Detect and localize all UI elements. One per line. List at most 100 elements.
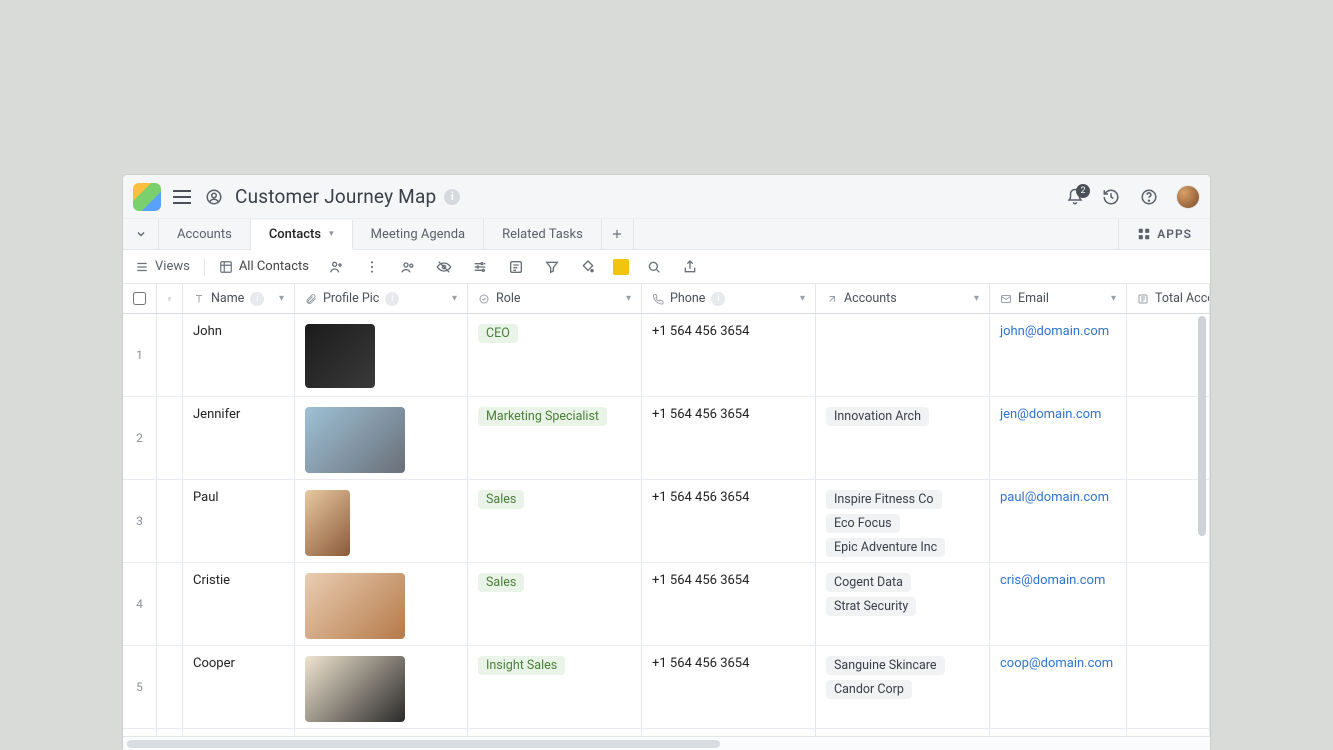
email-link[interactable]: coop@domain.com (1000, 656, 1113, 671)
color-swatch-icon[interactable] (613, 259, 629, 275)
share-icon[interactable] (679, 256, 701, 278)
cell-pic[interactable] (295, 480, 468, 562)
cell-role[interactable]: Sales (468, 563, 642, 645)
cell-accounts[interactable]: Innovation Arch (816, 397, 990, 479)
tab-contacts[interactable]: Contacts ▾ (251, 220, 353, 250)
cell-pic[interactable] (295, 397, 468, 479)
add-tab-button[interactable] (602, 219, 634, 249)
views-button[interactable]: Views (135, 259, 190, 274)
checkbox[interactable] (133, 292, 146, 305)
profile-pic[interactable] (305, 573, 405, 639)
info-icon[interactable]: i (250, 292, 264, 306)
email-link[interactable]: cris@domain.com (1000, 573, 1105, 588)
cell-name-wrap[interactable]: Cooper (183, 646, 295, 728)
table-row[interactable]: 5CooperInsight Sales+1 564 456 3654Sangu… (123, 646, 1210, 729)
history-icon[interactable] (1100, 186, 1122, 208)
cell-email[interactable]: paul@domain.com (990, 480, 1127, 562)
email-link[interactable]: paul@domain.com (1000, 490, 1109, 505)
cell-name-wrap[interactable]: Paul (183, 480, 295, 562)
account-chip[interactable]: Innovation Arch (826, 407, 929, 426)
cell-total[interactable] (1127, 729, 1210, 736)
scrollbar-thumb[interactable] (1198, 316, 1206, 536)
cell-email[interactable]: andy@domain.com (990, 729, 1127, 736)
filter-icon[interactable] (541, 256, 563, 278)
cell-name-wrap[interactable]: Cristie (183, 563, 295, 645)
info-icon[interactable]: i (711, 292, 725, 306)
table-row[interactable]: 1JohnCEO+1 564 456 3654john@domain.com (123, 314, 1210, 397)
table-row[interactable]: 3PaulSales+1 564 456 3654Inspire Fitness… (123, 480, 1210, 563)
app-logo-icon[interactable] (133, 183, 161, 211)
email-link[interactable]: jen@domain.com (1000, 407, 1101, 422)
cell-phone-wrap[interactable]: +1 564 456 3654 (642, 646, 816, 728)
cell-phone-wrap[interactable]: +1 564 456 3654 (642, 480, 816, 562)
column-header-accounts[interactable]: Accounts ▾ (816, 284, 990, 313)
column-header-email[interactable]: Email ▾ (990, 284, 1127, 313)
account-chip[interactable]: Inspire Fitness Co (826, 490, 942, 509)
shared-users-icon[interactable] (203, 186, 225, 208)
cell-role[interactable]: Marketing Specialist (468, 397, 642, 479)
search-icon[interactable] (643, 256, 665, 278)
hamburger-menu-button[interactable] (171, 186, 193, 208)
table-row[interactable]: 2JenniferMarketing Specialist+1 564 456 … (123, 397, 1210, 480)
cell-accounts[interactable]: Vortex Solar (816, 729, 990, 736)
email-link[interactable]: john@domain.com (1000, 324, 1109, 339)
cell-total[interactable] (1127, 646, 1210, 728)
account-chip[interactable]: Candor Corp (826, 680, 912, 699)
person-add-icon[interactable] (325, 256, 347, 278)
table-row[interactable]: Customer Experience Manag+1 564 456 3654… (123, 729, 1210, 736)
cell-name-wrap[interactable] (183, 729, 295, 736)
chevron-down-icon[interactable]: ▾ (279, 293, 284, 304)
cell-phone-wrap[interactable]: +1 564 456 3654 (642, 397, 816, 479)
select-all-checkbox[interactable] (123, 284, 157, 313)
cell-phone-wrap[interactable]: +1 564 456 3654 (642, 314, 816, 396)
table-body[interactable]: 1JohnCEO+1 564 456 3654john@domain.com2J… (123, 314, 1210, 736)
column-header-profile-pic[interactable]: Profile Pic i ▾ (295, 284, 468, 313)
cell-role[interactable]: Insight Sales (468, 646, 642, 728)
fill-color-icon[interactable] (577, 256, 599, 278)
sliders-icon[interactable] (469, 256, 491, 278)
more-vertical-icon[interactable] (361, 256, 383, 278)
cell-accounts[interactable]: Sanguine Skincare Candor Corp (816, 646, 990, 728)
tab-meeting-agenda[interactable]: Meeting Agenda (353, 219, 485, 249)
table-row[interactable]: 4CristieSales+1 564 456 3654Cogent DataS… (123, 563, 1210, 646)
profile-pic[interactable] (305, 656, 405, 722)
cell-pic[interactable] (295, 314, 468, 396)
cell-pic[interactable] (295, 563, 468, 645)
cell-pic[interactable] (295, 646, 468, 728)
chevron-down-icon[interactable]: ▾ (626, 293, 631, 304)
cell-email[interactable]: cris@domain.com (990, 563, 1127, 645)
chevron-down-icon[interactable]: ▾ (1111, 293, 1116, 304)
info-icon[interactable]: i (385, 292, 399, 306)
cell-name-wrap[interactable]: Jennifer (183, 397, 295, 479)
cell-pic[interactable] (295, 729, 468, 736)
profile-pic[interactable] (305, 490, 350, 556)
eye-off-icon[interactable] (433, 256, 455, 278)
sort-icon[interactable] (505, 256, 527, 278)
cell-role[interactable]: Sales (468, 480, 642, 562)
info-icon[interactable]: i (444, 189, 460, 205)
scrollbar-thumb[interactable] (127, 740, 720, 748)
apps-button[interactable]: APPS (1118, 219, 1210, 249)
cell-role[interactable]: CEO (468, 314, 642, 396)
account-chip[interactable]: Eco Focus (826, 514, 900, 533)
cell-phone-wrap[interactable]: +1 564 456 3654 (642, 729, 816, 736)
help-icon[interactable] (1138, 186, 1160, 208)
cell-accounts[interactable]: Inspire Fitness Co Eco Focus Epic Adventur… (816, 480, 990, 562)
account-chip[interactable]: Epic Adventure Inc (826, 538, 945, 557)
tab-related-tasks[interactable]: Related Tasks (484, 219, 602, 249)
account-chip[interactable]: Cogent Data (826, 573, 911, 592)
cell-email[interactable]: john@domain.com (990, 314, 1127, 396)
cell-email[interactable]: coop@domain.com (990, 646, 1127, 728)
cell-email[interactable]: jen@domain.com (990, 397, 1127, 479)
tabstrip-collapse-button[interactable] (123, 219, 159, 249)
account-chip[interactable]: Sanguine Skincare (826, 656, 945, 675)
user-avatar[interactable] (1176, 185, 1200, 209)
notifications-button[interactable]: 2 (1066, 188, 1084, 206)
current-view-button[interactable]: All Contacts (219, 259, 309, 274)
tab-accounts[interactable]: Accounts (159, 219, 251, 249)
pin-column-icon[interactable] (157, 284, 183, 313)
cell-accounts[interactable] (816, 314, 990, 396)
account-chip[interactable]: Strat Security (826, 597, 916, 616)
horizontal-scrollbar[interactable] (123, 736, 1210, 750)
cell-accounts[interactable]: Cogent Data Strat Security (816, 563, 990, 645)
